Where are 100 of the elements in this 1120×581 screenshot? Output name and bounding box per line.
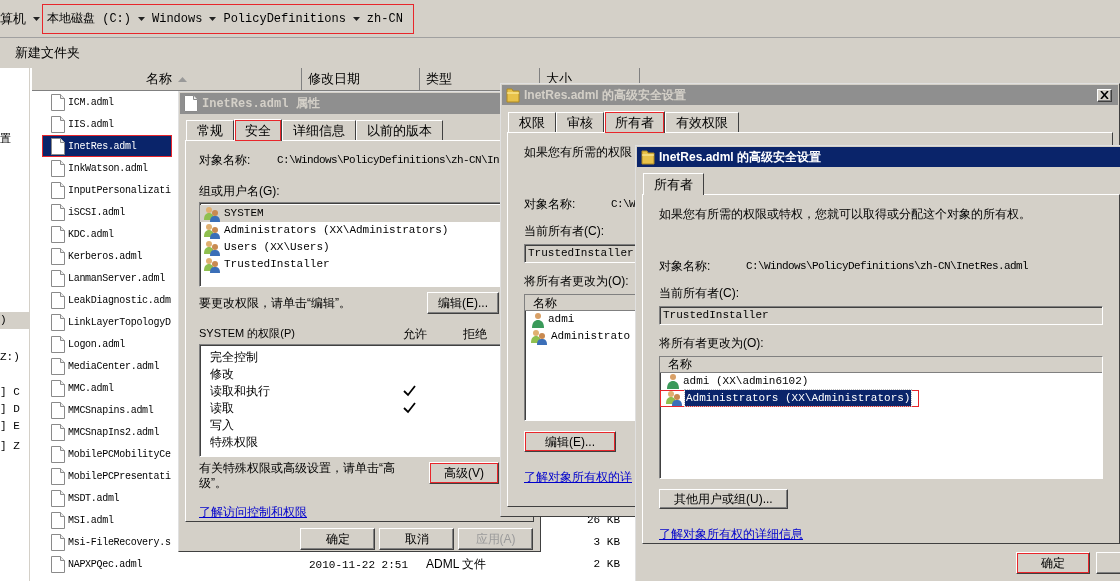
file-item[interactable]: InputPersonalizati [43, 180, 175, 200]
action-button[interactable]: 其他用户或组(U)... [659, 488, 788, 509]
field-label: 将所有者更改为(O): [659, 334, 764, 352]
edit-button[interactable]: 编辑(E)... [427, 292, 499, 315]
nav-item[interactable]: ] E [0, 418, 29, 435]
folder-icon [506, 87, 520, 103]
users-icon [204, 239, 221, 256]
file-icon [51, 467, 65, 485]
users-icon [531, 328, 548, 345]
file-icon [51, 93, 65, 111]
new-folder-button[interactable]: 新建文件夹 [14, 43, 81, 63]
group-list-item[interactable]: TrustedInstaller [200, 256, 518, 273]
user-icon [531, 311, 545, 328]
list-header[interactable]: 名称 [660, 356, 1102, 373]
advanced-button[interactable]: 高级(V) [429, 462, 499, 484]
file-item[interactable]: ICM.adml [43, 92, 171, 112]
file-item[interactable]: IIS.adml [43, 114, 171, 134]
close-button[interactable] [1097, 88, 1112, 102]
permission-name: 修改 [210, 365, 235, 383]
file-item[interactable]: iSCSI.adml [43, 202, 171, 222]
breadcrumb-item[interactable]: zh-CN [366, 9, 403, 28]
field-label: 将所有者更改为(O): [524, 273, 629, 290]
file-icon [51, 159, 65, 177]
file-icon [51, 533, 65, 551]
intro-text: 如果您有所需的权限 [524, 144, 632, 161]
file-item[interactable]: MMCSnapins.adml [43, 400, 171, 420]
breadcrumb-item[interactable]: Windows [152, 9, 203, 28]
breadcrumb-item[interactable]: PolicyDefinitions [223, 9, 346, 28]
tab[interactable]: 以前的版本 [356, 120, 443, 140]
column-label: 允许 [403, 326, 428, 344]
file-item[interactable]: MobilePCPresentati [43, 466, 175, 486]
nav-item[interactable]: ) [0, 312, 29, 329]
file-item[interactable]: MSI.adml [43, 510, 171, 530]
file-icon [51, 225, 65, 243]
help-link[interactable]: 了解对象所有权的详细信息 [659, 525, 803, 543]
file-item[interactable]: InkWatson.adml [43, 158, 171, 178]
file-date: 2010-11-22 2:51 [309, 558, 409, 571]
owner-field[interactable]: TrustedInstaller [659, 306, 1103, 325]
nav-item[interactable]: ] D [0, 401, 29, 418]
tab[interactable]: 安全 [234, 119, 282, 141]
dialog-button[interactable]: 确定 [300, 528, 375, 550]
owner-list-item[interactable]: admi [525, 311, 584, 328]
window-title: InetRes.adml 的高级安全设置 [659, 149, 822, 166]
file-icon [51, 291, 65, 309]
users-icon [666, 390, 683, 406]
tab[interactable]: 有效权限 [665, 112, 739, 132]
file-item[interactable]: MediaCenter.adml [43, 356, 171, 376]
file-icon [51, 335, 65, 353]
file-item[interactable]: MMCSnapIns2.adml [43, 422, 171, 442]
nav-item[interactable]: ] C [0, 384, 29, 401]
file-icon [51, 269, 65, 287]
tab[interactable]: 所有者 [643, 173, 704, 195]
group-list-item[interactable]: Users (XX\Users) [200, 239, 518, 256]
folder-icon [641, 149, 655, 165]
breadcrumb-item[interactable]: 算机 [0, 8, 26, 29]
sort-arrow-icon [178, 76, 187, 82]
owner-list-item[interactable]: admi (XX\admin6102) [660, 372, 818, 390]
object-path: C:\Windows\PolicyDefinitions\zh-CN\InetRes.adml [746, 258, 1029, 274]
file-item[interactable]: Msi-FileRecovery.s [43, 532, 175, 552]
file-icon [51, 555, 65, 573]
tab[interactable]: 常规 [186, 120, 234, 140]
file-icon [51, 401, 65, 419]
nav-item[interactable]: ] Z [0, 438, 29, 455]
tab[interactable]: 审核 [556, 112, 604, 132]
nav-item[interactable]: Z:) [0, 349, 29, 366]
permission-name: 读取和执行 [210, 382, 271, 400]
file-icon [51, 203, 65, 221]
help-link[interactable]: 了解对象所有权的详 [524, 468, 632, 486]
permission-name: 写入 [210, 416, 235, 434]
file-size: 2 KB [593, 556, 620, 572]
tab[interactable]: 权限 [508, 112, 556, 132]
file-item[interactable]: KDC.adml [43, 224, 171, 244]
owner-list-item[interactable]: Administrato [525, 328, 640, 345]
file-item[interactable]: Kerberos.adml [43, 246, 171, 266]
group-list-item[interactable]: Administrators (XX\Administrators) [200, 222, 518, 239]
caret-icon [33, 16, 40, 21]
file-icon [51, 181, 65, 199]
nav-item[interactable]: 置 [0, 131, 29, 148]
file-item[interactable]: LeakDiagnostic.adm [43, 290, 175, 310]
file-item[interactable]: MMC.adml [43, 378, 171, 398]
file-item[interactable]: Logon.adml [43, 334, 171, 354]
file-item[interactable]: LanmanServer.adml [43, 268, 171, 288]
file-item[interactable]: LinkLayerTopologyD [43, 312, 175, 332]
object-path: C:\Windows\PolicyDefinitions\zh-CN\In [277, 152, 500, 168]
file-icon [51, 511, 65, 529]
field-label: SYSTEM 的权限(P) [199, 326, 296, 342]
file-icon [51, 445, 65, 463]
breadcrumb-item[interactable]: 本地磁盘 (C:) [47, 9, 131, 28]
tab[interactable]: 详细信息 [282, 120, 356, 140]
file-item[interactable]: InetRes.adml [43, 136, 171, 156]
tab[interactable]: 所有者 [604, 111, 665, 133]
action-button[interactable]: 编辑(E)... [524, 431, 616, 452]
object-path: C:\W [611, 196, 635, 212]
help-link[interactable]: 了解访问控制和权限 [199, 503, 307, 521]
dialog-button[interactable]: 确定 [1016, 552, 1090, 574]
file-item[interactable]: NAPXPQec.adml [43, 554, 171, 574]
file-item[interactable]: MSDT.adml [43, 488, 171, 508]
file-item[interactable]: MobilePCMobilityCe [43, 444, 175, 464]
field-label: 组或用户名(G): [199, 183, 281, 200]
dialog-button[interactable]: 取消 [379, 528, 454, 550]
